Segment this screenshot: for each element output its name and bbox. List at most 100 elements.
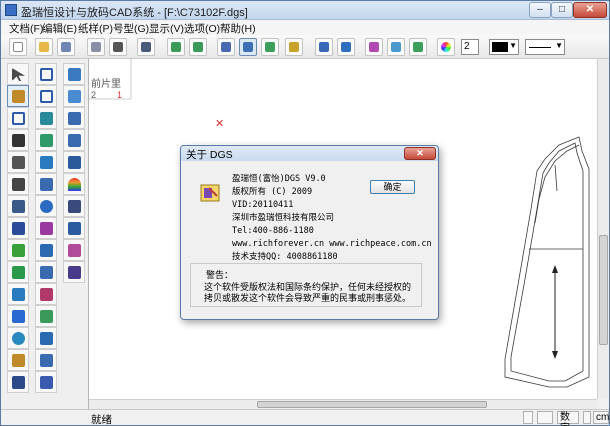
color-wheel-button[interactable] xyxy=(437,38,455,56)
frame-tool[interactable] xyxy=(7,107,29,129)
status-blank-box xyxy=(537,411,553,424)
menu-file[interactable]: 文档(F) xyxy=(9,21,43,36)
lock-button[interactable] xyxy=(285,38,303,56)
ok-button[interactable]: 确定 xyxy=(370,180,415,194)
label-tool[interactable] xyxy=(63,151,85,173)
blue-sheet-tool[interactable] xyxy=(7,305,29,327)
brush-button[interactable] xyxy=(315,38,333,56)
flip-tool[interactable] xyxy=(7,283,29,305)
redo-button[interactable] xyxy=(189,38,207,56)
button-tool[interactable] xyxy=(35,195,57,217)
mirror-tool[interactable] xyxy=(7,371,29,393)
status-mode: 数字 xyxy=(557,411,579,426)
rotate-tool[interactable] xyxy=(35,327,57,349)
piece-number-1: 1 xyxy=(117,90,122,100)
ruler-tool[interactable] xyxy=(35,107,57,129)
maximize-button[interactable]: □ xyxy=(551,2,573,18)
drop-tool[interactable] xyxy=(35,305,57,327)
scissors-tool[interactable] xyxy=(7,151,29,173)
color-swatch xyxy=(492,42,508,52)
menu-size[interactable]: 号型(G) xyxy=(113,21,149,36)
marker-tool[interactable] xyxy=(7,239,29,261)
new-file-button[interactable] xyxy=(9,38,27,56)
chevron-down-icon: ▼ xyxy=(555,41,563,50)
bag-tool[interactable] xyxy=(7,261,29,283)
line-style-select[interactable]: ▼ xyxy=(525,39,565,55)
table-tool[interactable] xyxy=(63,195,85,217)
horizontal-scroll-thumb[interactable] xyxy=(257,401,487,408)
grade-tool[interactable] xyxy=(35,217,57,239)
dots-tool[interactable] xyxy=(63,217,85,239)
minimize-button[interactable]: – xyxy=(529,2,551,18)
adjust-tool[interactable] xyxy=(35,63,57,85)
pleat-tool[interactable] xyxy=(35,283,57,305)
open-file-button[interactable] xyxy=(35,38,53,56)
camera-button[interactable] xyxy=(109,38,127,56)
dialog-close-button[interactable]: ✕ xyxy=(404,147,436,160)
piece-tool[interactable] xyxy=(63,63,85,85)
pin-tool[interactable] xyxy=(7,349,29,371)
measure-button[interactable] xyxy=(217,38,235,56)
scatter-button[interactable] xyxy=(365,38,383,56)
cut-line-tool[interactable] xyxy=(7,129,29,151)
menu-pattern[interactable]: 纸样(P) xyxy=(78,21,113,36)
rect-tool[interactable] xyxy=(35,85,57,107)
vertical-scrollbar[interactable] xyxy=(597,59,609,399)
about-vid: VID:20110411 xyxy=(232,200,294,210)
search-tool[interactable] xyxy=(63,239,85,261)
notch-tool[interactable] xyxy=(35,173,57,195)
status-ready: 就绪 xyxy=(91,414,112,426)
piece-label: 前片里 xyxy=(91,77,121,90)
tool-palette xyxy=(1,59,89,409)
pen-width-input[interactable]: 2 xyxy=(461,39,479,55)
collar-tool[interactable] xyxy=(35,129,57,151)
sew-tool[interactable] xyxy=(35,239,57,261)
shape-tool[interactable] xyxy=(35,151,57,173)
status-bar: 就绪 数字 cm xyxy=(1,409,609,426)
application-window: 盈瑞恒设计与放码CAD系统 - [F:\C73102F.dgs] – □ ✕ 文… xyxy=(0,0,610,426)
horizontal-scrollbar[interactable] xyxy=(89,399,597,409)
window-tool[interactable] xyxy=(63,261,85,283)
status-unit: cm xyxy=(593,411,609,424)
save-button[interactable] xyxy=(57,38,75,56)
dart-tool[interactable] xyxy=(35,349,57,371)
paste-tool[interactable] xyxy=(35,371,57,393)
toolbar: 2 ▼ ▼ xyxy=(1,35,609,59)
drill-tool[interactable] xyxy=(7,217,29,239)
menu-help[interactable]: 帮助(H) xyxy=(220,21,256,36)
split-tool[interactable] xyxy=(35,261,57,283)
status-grid-icon xyxy=(523,411,533,424)
warning-text: 这个软件受版权法和国际条约保护，任何未经授权的拷贝或散发这个软件会导致严重的民事… xyxy=(204,282,412,303)
curve-button[interactable] xyxy=(387,38,405,56)
vertical-scroll-thumb[interactable] xyxy=(599,235,608,345)
pattern-armhole xyxy=(534,144,580,224)
spiral-tool[interactable] xyxy=(7,327,29,349)
compass-tool[interactable] xyxy=(7,195,29,217)
stack-button[interactable] xyxy=(337,38,355,56)
mountain-button[interactable] xyxy=(409,38,427,56)
grain-arrow-top xyxy=(552,265,558,273)
rainbow-tool[interactable] xyxy=(63,173,85,195)
color-select[interactable]: ▼ xyxy=(489,39,519,55)
menu-edit[interactable]: 编辑(E) xyxy=(42,21,77,36)
arc-tool[interactable] xyxy=(63,129,85,151)
curve-tool[interactable] xyxy=(63,107,85,129)
pencil-tool[interactable] xyxy=(7,85,29,107)
measure-tool[interactable] xyxy=(63,85,85,107)
undo-button[interactable] xyxy=(167,38,185,56)
digitizer-button[interactable] xyxy=(87,38,105,56)
grid-toggle-button[interactable] xyxy=(239,38,257,56)
warning-title: 警告： xyxy=(206,270,234,280)
car-tool[interactable] xyxy=(7,173,29,195)
chevron-down-icon: ▼ xyxy=(509,41,517,50)
grain-arrow-bottom xyxy=(552,351,558,359)
pattern-dart xyxy=(554,164,558,192)
cross-marker: ✕ xyxy=(215,118,224,130)
close-button[interactable]: ✕ xyxy=(573,2,607,18)
piece-list-button[interactable] xyxy=(261,38,279,56)
pattern-piece[interactable] xyxy=(504,136,590,388)
select-tool[interactable] xyxy=(7,63,29,85)
menu-view[interactable]: 显示(V) xyxy=(149,21,184,36)
menu-options[interactable]: 选项(O) xyxy=(184,21,220,36)
print-button[interactable] xyxy=(137,38,155,56)
